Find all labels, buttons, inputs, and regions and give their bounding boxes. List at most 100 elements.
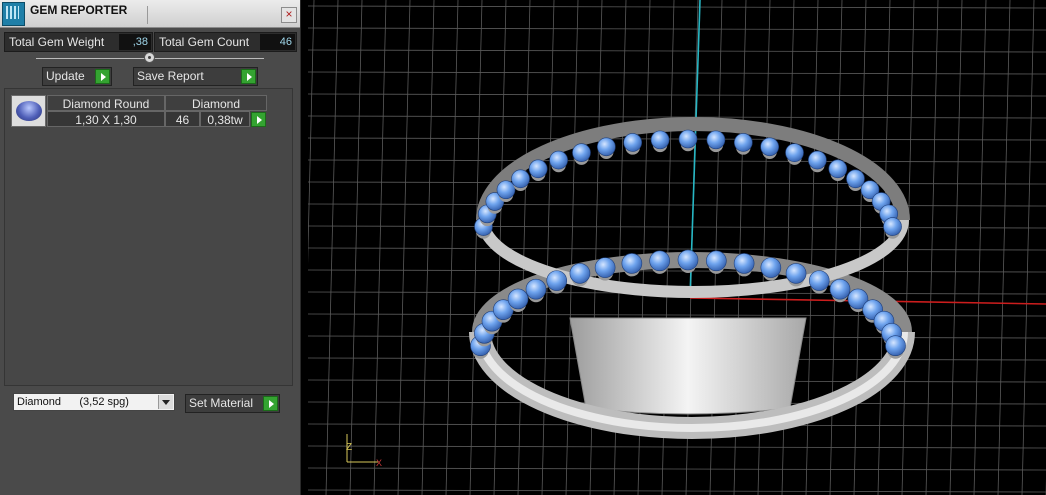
gem [525,278,547,300]
grid-line [308,71,1046,75]
gem [828,159,848,179]
round-diamond-icon [16,101,42,121]
grid-line [325,0,339,495]
gem-size-cell: 1,30 X 1,30 [47,111,165,127]
total-gem-weight: Total Gem Weight ,38 [4,32,153,52]
grid-line [373,0,387,495]
gem [621,253,643,274]
grid-line [308,181,1046,185]
gem [594,257,616,278]
gem [706,250,727,272]
gem [883,217,902,236]
grid-line [308,269,1046,273]
grid-line [901,0,915,495]
grid-line [949,0,963,495]
gem [808,150,827,170]
play-arrow-icon [263,396,278,411]
chevron-down-icon [158,395,173,409]
gem [549,150,568,170]
gem [507,288,529,310]
grid-line [308,489,1046,493]
grid-line [397,0,411,495]
grid-line [853,0,867,495]
gem [885,335,906,357]
grid-line [829,0,843,495]
grid-line [308,5,1046,9]
slider-thumb[interactable] [144,52,155,63]
gem [677,249,699,271]
axis-widget-z-label: Z [346,442,352,453]
gem-list [4,88,293,386]
gem [597,137,616,157]
grid-line [421,0,435,495]
gem [846,169,865,189]
gem-reporter-panel: GEM REPORTER × Total Gem Weight ,38 Tota… [0,0,301,495]
set-material-button-label: Set Material [189,396,254,410]
gem [572,143,591,162]
gem [785,143,804,162]
gem [569,263,591,284]
grid-line [308,159,1046,163]
gem [546,270,568,291]
grid-line [541,0,555,495]
grid-line [308,0,315,265]
save-report-button[interactable]: Save Report [133,67,258,86]
ring-render: Z X [308,0,1046,495]
gem [650,130,670,150]
ring-shank [569,317,807,415]
gem [760,257,782,278]
gem-count-cell: 46 [165,111,200,127]
grid-line [308,49,1046,53]
total-gem-count-value: 46 [260,34,295,50]
gem [785,263,807,284]
play-arrow-icon [241,69,256,84]
gem [649,250,670,272]
gem-thumbnail[interactable] [11,95,46,127]
total-gem-count: Total Gem Count 46 [154,32,297,52]
gem [706,130,726,150]
gem-shape-header: Diamond Round [47,95,165,111]
material-selected-value: Diamond (3,52 spg) [17,396,129,408]
material-select[interactable]: Diamond (3,52 spg) [13,393,175,411]
gem [678,129,698,149]
close-icon[interactable]: × [281,7,297,23]
grid-line [925,0,939,495]
grid-line [445,0,459,495]
gem [808,270,830,291]
grid-line [308,247,1046,251]
grid-line [308,27,1046,31]
gem [760,137,779,157]
grid-line [517,0,531,495]
update-button[interactable]: Update [42,67,112,86]
title-bar: GEM REPORTER × [0,0,300,28]
title-divider [147,6,148,24]
grid-line [308,467,1046,471]
gem [528,159,548,179]
gem-type-header: Diamond [165,95,267,111]
grid-line [308,313,1046,317]
total-gem-count-label: Total Gem Count [159,35,250,49]
set-material-button[interactable]: Set Material [185,394,280,413]
gem [829,278,851,300]
grid-line [308,203,1046,207]
grid-line [308,445,1046,449]
gem [623,133,642,152]
total-gem-weight-value: ,38 [119,34,151,50]
3d-viewport[interactable]: Z X [308,0,1046,495]
ring-model [469,117,915,439]
update-button-label: Update [46,69,85,83]
grid-line [469,0,483,495]
gem-weight-cell: 0,38tw [200,111,250,127]
grid-line [349,0,363,495]
gem [733,253,755,274]
panel-title: GEM REPORTER [30,3,128,17]
save-report-button-label: Save Report [137,69,204,83]
axis-widget-x-label: X [376,458,382,468]
grid-line [973,0,987,495]
total-gem-weight-label: Total Gem Weight [9,35,105,49]
grid-line [308,137,1046,141]
gem-reporter-icon [2,2,25,26]
grid-line [308,225,1046,229]
gem [496,180,516,200]
gem-row-play-button[interactable] [251,112,266,127]
